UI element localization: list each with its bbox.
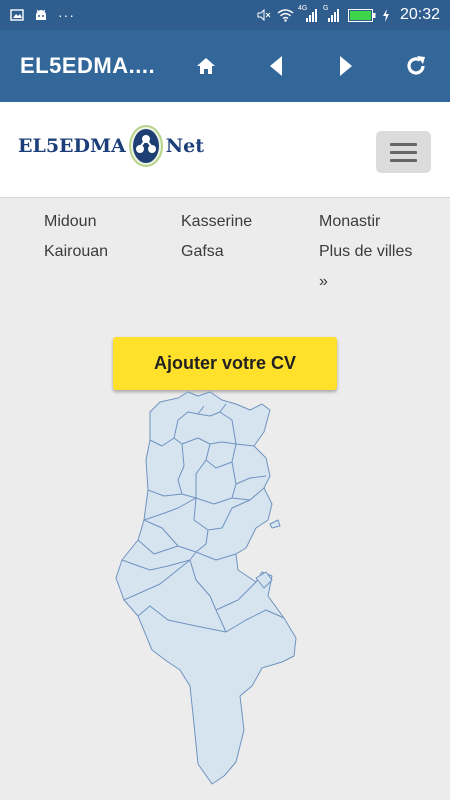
city-link-kasserine[interactable]: Kasserine [181, 207, 252, 237]
logo-text-left: EL5EDMA [18, 135, 126, 157]
home-button[interactable] [186, 46, 226, 86]
city-link-kairouan[interactable]: Kairouan [44, 237, 108, 267]
mute-icon [257, 9, 271, 21]
refresh-icon [407, 56, 425, 75]
map-outline [115, 391, 297, 785]
logo-text-right: Net [165, 135, 205, 157]
menu-button[interactable] [376, 131, 431, 173]
app-title: EL5EDMA.... [20, 53, 156, 78]
hamburger-icon-bar [390, 158, 417, 162]
forward-icon [340, 56, 352, 76]
app-bar: EL5EDMA.... [0, 30, 450, 102]
image-icon [10, 9, 24, 21]
more-cities-arrow[interactable]: » [319, 267, 328, 297]
add-cv-button[interactable]: Ajouter votre CV [113, 337, 337, 390]
charging-icon [382, 8, 389, 22]
battery-icon [347, 8, 376, 22]
site-header: EL5EDMA Net [0, 102, 450, 198]
city-link-gafsa[interactable]: Gafsa [181, 237, 224, 267]
android-icon [36, 9, 46, 20]
logo-emblem-icon [128, 125, 163, 167]
status-bar: ··· 4G G 20:32 [0, 0, 450, 30]
city-link-monastir[interactable]: Monastir [319, 207, 380, 237]
clock: 20:32 [399, 6, 440, 23]
wifi-icon [277, 8, 294, 22]
network-g-label: G [322, 4, 329, 12]
hamburger-icon-bar [390, 150, 417, 154]
more-cities-link[interactable]: Plus de villes [319, 237, 412, 267]
forward-button[interactable] [326, 46, 366, 86]
back-button[interactable] [256, 46, 296, 86]
network-4g-label: 4G [297, 4, 308, 12]
home-icon [197, 58, 215, 74]
site-logo[interactable]: EL5EDMA Net [18, 124, 204, 168]
hamburger-icon-bar [390, 142, 417, 146]
more-dots-icon: ··· [58, 7, 75, 23]
back-icon [270, 56, 282, 76]
city-link-midoun[interactable]: Midoun [44, 207, 96, 237]
refresh-button[interactable] [396, 46, 436, 86]
tunisia-map[interactable] [110, 390, 300, 790]
